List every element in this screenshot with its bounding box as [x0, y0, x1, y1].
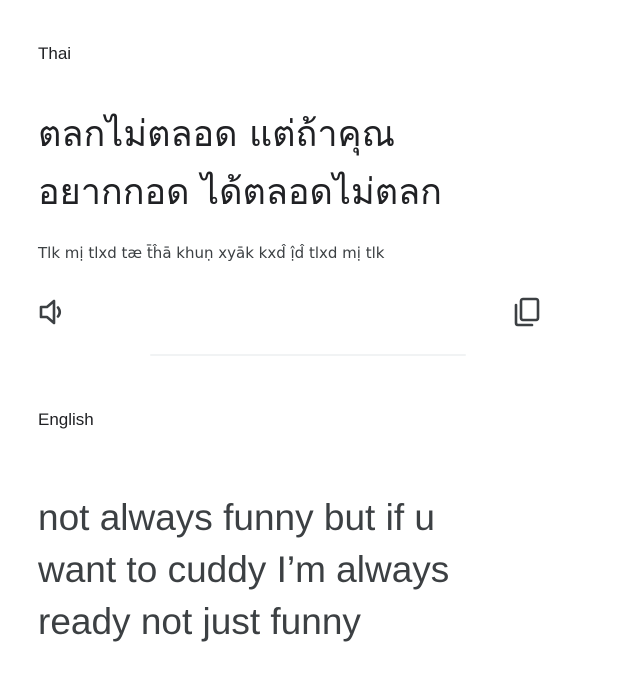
- source-text-line: ตลกไม่ตลอด แต่ถ้าคุณ: [38, 114, 396, 155]
- translation-text-line: want to cuddy I’m always: [38, 549, 450, 590]
- translation-text: not always funny but if u want to cuddy …: [38, 492, 598, 648]
- translation-text-line: not always funny but if u: [38, 497, 435, 538]
- divider: [150, 354, 466, 356]
- copy-icon: [514, 297, 540, 327]
- translation-text-line: ready not just funny: [38, 601, 361, 642]
- source-language-label: Thai: [38, 44, 72, 63]
- listen-button[interactable]: [33, 292, 73, 332]
- target-language-label: English: [38, 410, 94, 429]
- speaker-icon: [39, 299, 62, 325]
- source-text-line: อยากกอด ได้ตลอดไม่ตลก: [38, 172, 442, 213]
- copy-button[interactable]: [507, 292, 547, 332]
- transliteration: Tlk mị tlxd tæ t̄ĥā khuṇ xyāk kxd̂ ị̂d̂ …: [38, 244, 385, 262]
- source-text: ตลกไม่ตลอด แต่ถ้าคุณ อยากกอด ได้ตลอดไม่ต…: [38, 106, 598, 222]
